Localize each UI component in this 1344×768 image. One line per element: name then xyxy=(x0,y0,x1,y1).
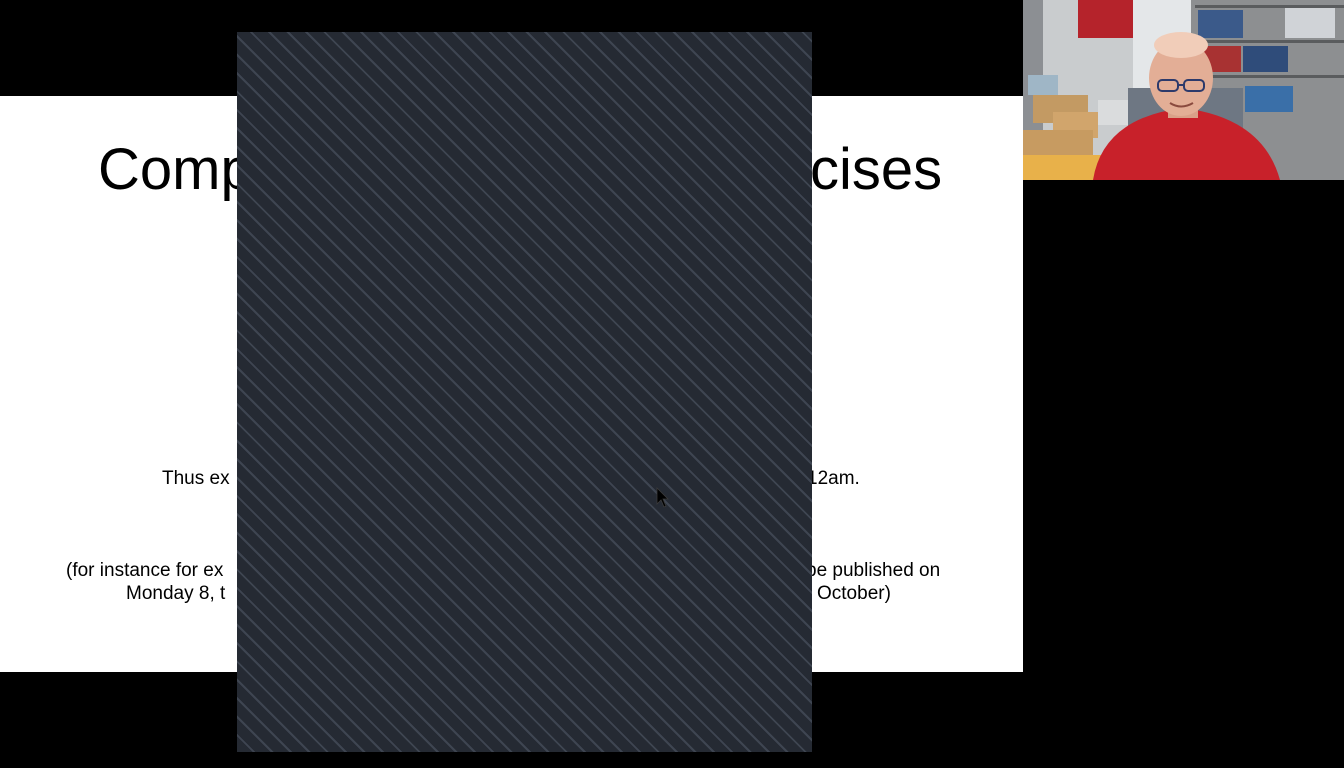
slide-line1-right-fragment: 12am. xyxy=(807,468,860,489)
slide-line3-right-fragment: October) xyxy=(817,583,891,604)
slide-title-right-fragment: cises xyxy=(810,137,943,202)
slide-line1-left-fragment: Thus ex xyxy=(162,468,230,489)
slide-title-left-fragment: Comp xyxy=(98,137,253,202)
slide-line2-right-fragment: be published on xyxy=(806,560,941,581)
slide-line3-left-fragment: Monday 8, t xyxy=(126,583,226,604)
slide-line2-left-fragment: (for instance for ex xyxy=(66,560,224,581)
mouse-pointer-icon xyxy=(656,487,670,509)
webcam-video-feed xyxy=(1023,0,1344,180)
obscuring-overlay-panel xyxy=(237,32,812,752)
